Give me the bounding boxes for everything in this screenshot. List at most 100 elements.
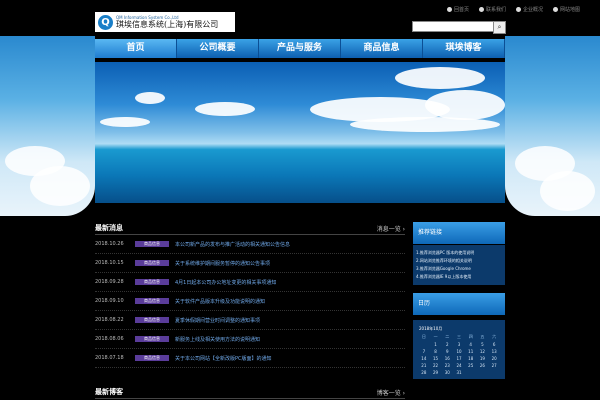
category-badge[interactable]: 商品信息	[135, 241, 169, 247]
news-date: 2018.09.28	[95, 279, 124, 285]
calendar-day[interactable]: 29	[430, 370, 442, 375]
news-item: 2018.09.28 商品信息 4月1日起本公司办公地址变更的相关事项通知	[95, 273, 405, 292]
top-link[interactable]: 企业概况	[515, 6, 543, 13]
category-badge[interactable]: 商品信息	[135, 336, 169, 342]
news-item: 2018.10.26 商品信息 本公司新产品的发布与推广活动的相关通知公告信息	[95, 235, 405, 254]
news-link[interactable]: 关于本公司网站【全新改版PC版面】的通知	[175, 355, 272, 362]
blog-more-link[interactable]: 博客一览 ›	[377, 388, 405, 397]
calendar-day[interactable]: 16	[441, 356, 453, 361]
calendar-day[interactable]: 6	[488, 342, 500, 347]
calendar-day[interactable]: 18	[465, 356, 477, 361]
blog-title: 最新博客	[95, 388, 123, 396]
calendar-day[interactable]: 2	[441, 342, 453, 347]
calendar-day[interactable]: 7	[418, 349, 430, 354]
news-item: 2018.07.18 商品信息 关于本公司网站【全新改版PC版面】的通知	[95, 349, 405, 368]
calendar-day	[418, 342, 430, 347]
calendar-day[interactable]: 17	[453, 356, 465, 361]
calendar-day[interactable]: 11	[465, 349, 477, 354]
news-item: 2018.08.06 商品信息 新服务上线及相关使用方法的说明通知	[95, 330, 405, 349]
right-sky-panel	[505, 36, 600, 216]
calendar-day[interactable]: 23	[441, 363, 453, 368]
nav-company-overview[interactable]: 公司概要	[177, 39, 259, 58]
calendar-day[interactable]: 9	[441, 349, 453, 354]
news-link[interactable]: 新服务上线及相关使用方法的说明通知	[175, 336, 260, 343]
top-link[interactable]: 联系我们	[478, 6, 506, 13]
calendar-day[interactable]: 24	[453, 363, 465, 368]
news-link[interactable]: 夏季休假期间营业时间调整的通知事项	[175, 317, 260, 324]
nav-products-services[interactable]: 产品与服务	[259, 39, 341, 58]
category-badge[interactable]: 商品信息	[135, 317, 169, 323]
left-sky-panel	[0, 36, 95, 216]
news-item: 2018.10.15 商品信息 关于系统维护期间服务暂停的通知公告事项	[95, 254, 405, 273]
sidebar: 推荐链接 1.推荐浏览器PC 版本的使用说明 2.网站浏览推荐环境的相关说明 3…	[413, 222, 505, 379]
search-input[interactable]	[412, 21, 494, 32]
calendar-day[interactable]: 27	[488, 363, 500, 368]
news-link[interactable]: 关于系统维护期间服务暂停的通知公告事项	[175, 260, 270, 267]
bullet-icon	[478, 7, 484, 12]
news-date: 2018.10.15	[95, 260, 124, 266]
top-links: 回首页 联系我们 企业概况 网站地图	[446, 6, 580, 13]
category-badge[interactable]: 商品信息	[135, 279, 169, 285]
search-icon[interactable]: ⌕	[493, 21, 506, 34]
news-link[interactable]: 本公司新产品的发布与推广活动的相关通知公告信息	[175, 241, 290, 248]
bullet-icon	[446, 7, 452, 12]
calendar-grid: 日一二三四五六 1 2 3 4 5 6 7 8 9 10 11 12 13 14 15 16 17 18 19 20 21…	[416, 334, 502, 375]
news-link[interactable]: 关于软件产品版本升级及功能说明的通知	[175, 298, 265, 305]
calendar-day[interactable]: 1	[430, 342, 442, 347]
news-date: 2018.09.10	[95, 298, 124, 304]
top-link[interactable]: 回首页	[446, 6, 469, 13]
sidebar-link[interactable]: 3.推荐浏览器Google Chrome	[416, 265, 502, 273]
main-navigation: 首页 公司概要 产品与服务 商品信息 琪埃博客	[95, 39, 505, 58]
calendar-day[interactable]: 25	[465, 363, 477, 368]
calendar-day[interactable]: 20	[488, 356, 500, 361]
calendar-day[interactable]: 15	[430, 356, 442, 361]
logo-chinese-name: 琪埃信息系统(上海)有限公司	[116, 19, 219, 29]
calendar-day[interactable]: 22	[430, 363, 442, 368]
page: Q QM Information System Co.,Ltd 琪埃信息系统(上…	[0, 0, 600, 400]
calendar-day[interactable]: 13	[488, 349, 500, 354]
blog-header: 最新博客 博客一览 ›	[95, 386, 405, 399]
news-more-link[interactable]: 消息一览 ›	[377, 224, 405, 233]
company-logo[interactable]: Q QM Information System Co.,Ltd 琪埃信息系统(上…	[95, 12, 235, 32]
news-date: 2018.08.06	[95, 336, 124, 342]
calendar-day[interactable]: 5	[477, 342, 489, 347]
news-item: 2018.08.22 商品信息 夏季休假期间营业时间调整的通知事项	[95, 311, 405, 330]
calendar-day[interactable]: 14	[418, 356, 430, 361]
category-badge[interactable]: 商品信息	[135, 298, 169, 304]
calendar-day[interactable]: 10	[453, 349, 465, 354]
calendar-day[interactable]: 26	[477, 363, 489, 368]
news-title: 最新消息	[95, 224, 123, 232]
news-date: 2018.07.18	[95, 355, 124, 361]
calendar-day[interactable]: 28	[418, 370, 430, 375]
category-badge[interactable]: 商品信息	[135, 355, 169, 361]
ocean-banner-image	[95, 62, 505, 203]
sidebar-link[interactable]: 2.网站浏览推荐环境的相关说明	[416, 257, 502, 265]
calendar-day[interactable]: 21	[418, 363, 430, 368]
sidebar-link[interactable]: 4.推荐浏览器IE 9以上版本使用	[416, 273, 502, 281]
nav-blog[interactable]: 琪埃博客	[423, 39, 505, 58]
calendar-day[interactable]: 30	[441, 370, 453, 375]
sidebar-link[interactable]: 1.推荐浏览器PC 版本的使用说明	[416, 249, 502, 257]
calendar-weekday: 一	[433, 334, 438, 339]
calendar-day[interactable]: 8	[430, 349, 442, 354]
links-box-title: 推荐链接	[413, 222, 505, 244]
nav-home[interactable]: 首页	[95, 39, 177, 58]
calendar-day[interactable]: 19	[477, 356, 489, 361]
links-box: 1.推荐浏览器PC 版本的使用说明 2.网站浏览推荐环境的相关说明 3.推荐浏览…	[413, 245, 505, 285]
calendar-box-title: 日历	[413, 293, 505, 315]
nav-product-info[interactable]: 商品信息	[341, 39, 423, 58]
calendar-day[interactable]: 12	[477, 349, 489, 354]
calendar-day[interactable]: 4	[465, 342, 477, 347]
news-item: 2018.09.10 商品信息 关于软件产品版本升级及功能说明的通知	[95, 292, 405, 311]
calendar-day[interactable]: 3	[453, 342, 465, 347]
calendar-weekday: 三	[456, 334, 461, 339]
bullet-icon	[515, 7, 521, 12]
calendar-weekday: 二	[445, 334, 450, 339]
news-link[interactable]: 4月1日起本公司办公地址变更的相关事项通知	[175, 279, 276, 286]
calendar-day[interactable]: 31	[453, 370, 465, 375]
calendar-weekday: 五	[480, 334, 485, 339]
calendar-month: 2018年10月	[419, 326, 443, 331]
news-date: 2018.08.22	[95, 317, 124, 323]
top-link[interactable]: 网站地图	[552, 6, 580, 13]
category-badge[interactable]: 商品信息	[135, 260, 169, 266]
